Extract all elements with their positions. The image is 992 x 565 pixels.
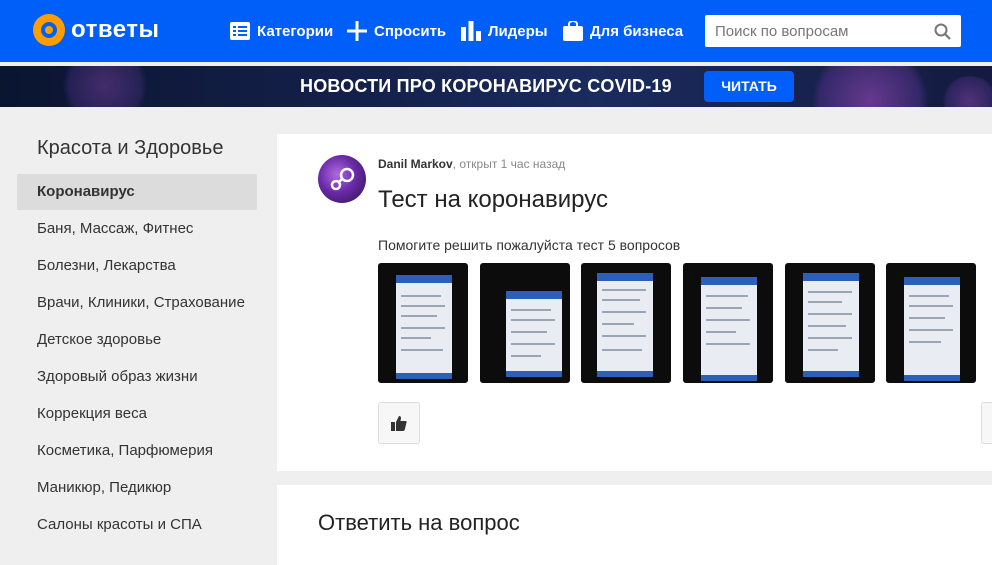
search-icon[interactable] <box>934 23 951 40</box>
virus-image-right-small <box>940 76 992 107</box>
nav-leaders[interactable]: Лидеры <box>461 0 548 62</box>
steam-logo-icon <box>330 167 355 191</box>
search-input[interactable] <box>705 15 925 47</box>
question-title: Тест на коронавирус <box>378 186 608 213</box>
author-name[interactable]: Danil Markov <box>378 157 453 171</box>
sidebar-item-healthy-lifestyle[interactable]: Здоровый образ жизни <box>17 359 257 395</box>
more-button[interactable] <box>981 402 992 444</box>
logo-text: ответы <box>71 16 160 43</box>
list-icon <box>230 22 250 40</box>
question-text: Помогите решить пожалуйста тест 5 вопрос… <box>378 237 681 253</box>
question-image-thumbnail[interactable] <box>683 263 773 383</box>
nav-ask-label: Спросить <box>374 22 447 40</box>
top-bar: ответы Категории Спросить Лидеры Для биз… <box>0 0 992 62</box>
nav-ask[interactable]: Спросить <box>347 0 446 62</box>
avatar[interactable] <box>318 155 366 203</box>
like-button[interactable] <box>378 402 420 444</box>
answer-title: Ответить на вопрос <box>318 510 520 535</box>
nav-categories-label: Категории <box>257 22 334 40</box>
question-image-thumbnail[interactable] <box>581 263 671 383</box>
sidebar-title: Красота и Здоровье <box>37 137 224 159</box>
sidebar-item-diseases[interactable]: Болезни, Лекарства <box>17 248 257 284</box>
virus-image-left <box>60 66 150 107</box>
sidebar-item-cosmetics[interactable]: Косметика, Парфюмерия <box>17 433 257 469</box>
banner-text: НОВОСТИ ПРО КОРОНАВИРУС COVID-19 <box>300 76 672 96</box>
sidebar-item-salons[interactable]: Салоны красоты и СПА <box>17 507 257 543</box>
bag-icon <box>563 21 583 41</box>
question-image-thumbnail[interactable] <box>480 263 570 383</box>
virus-image-right <box>800 66 940 107</box>
nav-business[interactable]: Для бизнеса <box>563 0 683 62</box>
search-box <box>705 15 961 47</box>
sidebar-item-manicure[interactable]: Маникюр, Педикюр <box>17 470 257 506</box>
question-card: Danil Markov, открыт 1 час назад Тест на… <box>277 134 992 471</box>
thumbs-up-icon <box>391 416 407 431</box>
question-image-thumbnail[interactable] <box>378 263 468 383</box>
sidebar-item-child-health[interactable]: Детское здоровье <box>17 322 257 358</box>
question-time: , открыт 1 час назад <box>452 157 566 171</box>
sidebar-item-sauna[interactable]: Баня, Массаж, Фитнес <box>17 211 257 247</box>
nav-categories[interactable]: Категории <box>230 0 333 62</box>
question-image-thumbnail[interactable] <box>886 263 976 383</box>
question-image-thumbnail[interactable] <box>785 263 875 383</box>
sidebar-item-weight[interactable]: Коррекция веса <box>17 396 257 432</box>
bar-chart-icon <box>461 21 481 41</box>
plus-icon <box>347 21 367 41</box>
nav-leaders-label: Лидеры <box>488 22 548 40</box>
nav-business-label: Для бизнеса <box>590 22 684 40</box>
sidebar-item-doctors[interactable]: Врачи, Клиники, Страхование <box>17 285 257 321</box>
banner-read-button[interactable]: ЧИТАТЬ <box>704 71 794 102</box>
at-logo-icon <box>33 14 65 46</box>
covid-banner[interactable]: НОВОСТИ ПРО КОРОНАВИРУС COVID-19 ЧИТАТЬ <box>0 66 992 107</box>
answer-card: Ответить на вопрос <box>277 485 992 565</box>
question-meta: Danil Markov, открыт 1 час назад <box>378 157 565 171</box>
logo[interactable]: ответы <box>33 14 160 46</box>
sidebar-item-coronavirus[interactable]: Коронавирус <box>17 174 257 210</box>
